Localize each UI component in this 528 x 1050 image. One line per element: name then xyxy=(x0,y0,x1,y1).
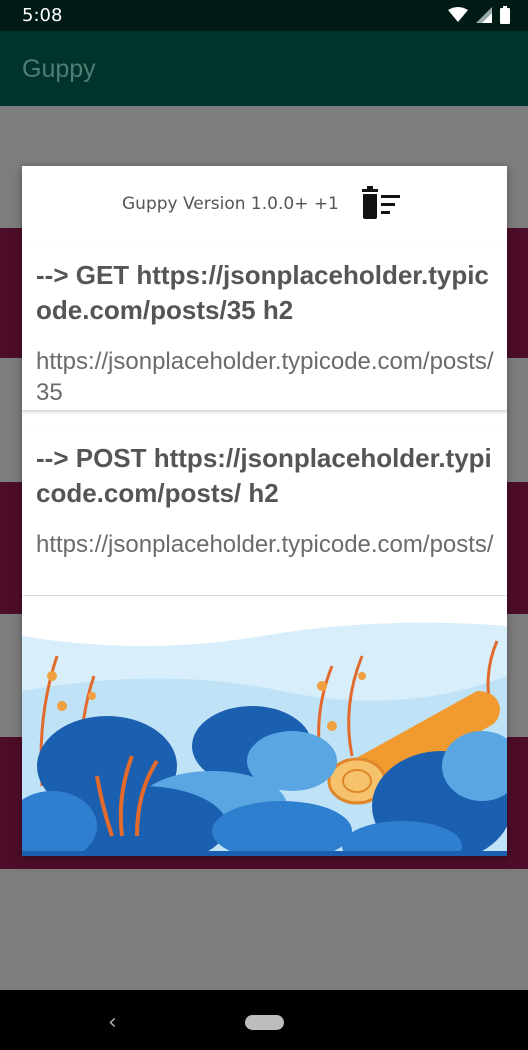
wifi-icon xyxy=(448,7,468,22)
request-url: https://jsonplaceholder.typicode.com/pos… xyxy=(36,348,494,406)
status-icons xyxy=(448,6,510,24)
signal-icon xyxy=(476,7,492,23)
underwater-illustration xyxy=(22,596,507,856)
status-bar: 5:08 xyxy=(0,0,528,31)
battery-icon xyxy=(500,6,510,24)
home-icon[interactable] xyxy=(245,1015,284,1030)
version-label: Guppy Version 1.0.0+ +1 xyxy=(122,194,339,214)
request-headline: --> POST https://jsonplaceholder.typicod… xyxy=(36,443,492,508)
request-url: https://jsonplaceholder.typicode.com/pos… xyxy=(36,531,494,558)
request-headline: --> GET https://jsonplaceholder.typicode… xyxy=(36,260,489,325)
app-title: Guppy xyxy=(22,55,96,83)
request-item[interactable]: --> GET https://jsonplaceholder.typicode… xyxy=(22,244,507,410)
guppy-dialog: Guppy Version 1.0.0+ +1 --> GET https://… xyxy=(22,166,507,856)
status-time: 5:08 xyxy=(22,5,63,26)
request-item[interactable]: --> POST https://jsonplaceholder.typicod… xyxy=(22,427,507,595)
delete-sweep-icon[interactable] xyxy=(360,186,402,220)
back-icon[interactable]: ‹ xyxy=(108,1010,117,1035)
app-bar: Guppy xyxy=(0,31,528,106)
